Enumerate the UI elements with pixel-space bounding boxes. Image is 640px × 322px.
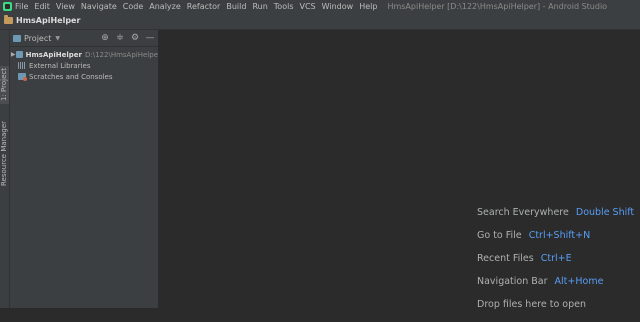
panel-toolbar: ⊕ ≑ ⚙ — [95, 30, 155, 46]
menu-refactor[interactable]: Refactor [187, 2, 221, 11]
tree-row-root[interactable]: ▶ HmsApiHelper D:\122\HmsApiHelpe [10, 49, 158, 60]
menu-help[interactable]: Help [359, 2, 377, 11]
menu-build[interactable]: Build [226, 2, 246, 11]
navigation-bar: HmsApiHelper [0, 12, 640, 30]
project-panel: Project ▼ ⊕ ≑ ⚙ — ▶ HmsApiHelper D:\122\… [10, 30, 159, 308]
menu-edit[interactable]: Edit [34, 2, 50, 11]
gear-icon[interactable]: ⚙ [130, 33, 140, 43]
locate-icon[interactable]: ⊕ [100, 33, 110, 43]
editor-area: Search Everywhere Double Shift Go to Fil… [159, 30, 640, 310]
hide-icon[interactable]: — [145, 33, 155, 43]
menu-run[interactable]: Run [252, 2, 267, 11]
project-panel-header: Project ▼ ⊕ ≑ ⚙ — [10, 30, 158, 47]
folder-icon [4, 15, 13, 24]
hint-navigation-bar: Navigation Bar Alt+Home [477, 276, 604, 287]
menu-analyze[interactable]: Analyze [149, 2, 181, 11]
tree-row-scratches[interactable]: Scratches and Consoles [10, 71, 158, 82]
library-icon [18, 62, 26, 69]
tool-tab-resource-manager[interactable]: Resource Manager [0, 116, 9, 186]
menu-navigate[interactable]: Navigate [81, 2, 117, 11]
hint-go-to-file: Go to File Ctrl+Shift+N [477, 230, 591, 241]
menu-vcs[interactable]: VCS [300, 2, 316, 11]
tool-tab-project[interactable]: 1: Project [0, 66, 9, 104]
tree-item-label: Scratches and Consoles [29, 72, 113, 81]
project-tree: ▶ HmsApiHelper D:\122\HmsApiHelpe Extern… [10, 47, 158, 82]
menu-tools[interactable]: Tools [274, 2, 294, 11]
window-title: HmsApiHelper [D:\122\HmsApiHelper] - And… [387, 1, 608, 11]
left-tool-strip: 1: Project Resource Manager [0, 30, 10, 308]
project-view-icon [13, 34, 21, 42]
menu-code[interactable]: Code [123, 2, 143, 11]
empty-editor-hints: Search Everywhere Double Shift Go to Fil… [477, 207, 634, 322]
hint-drop-files: Drop files here to open [477, 299, 587, 310]
menu-window[interactable]: Window [322, 2, 354, 11]
tree-row-external-libraries[interactable]: External Libraries [10, 60, 158, 71]
tree-root-label: HmsApiHelper [25, 50, 82, 59]
scratches-icon [18, 73, 27, 81]
android-studio-icon [3, 1, 12, 11]
project-view-selector[interactable]: Project [24, 34, 51, 43]
chevron-down-icon[interactable]: ▼ [55, 35, 60, 42]
hint-recent-files: Recent Files Ctrl+E [477, 253, 572, 264]
hint-search-everywhere: Search Everywhere Double Shift [477, 207, 635, 218]
module-folder-icon [16, 51, 23, 58]
tree-root-path: D:\122\HmsApiHelpe [85, 50, 158, 59]
menu-bar: File Edit View Navigate Code Analyze Ref… [0, 0, 640, 12]
menu-view[interactable]: View [56, 2, 75, 11]
tree-item-label: External Libraries [29, 61, 91, 70]
breadcrumb-project[interactable]: HmsApiHelper [16, 16, 80, 25]
menu-file[interactable]: File [15, 2, 28, 11]
collapse-all-icon[interactable]: ≑ [115, 33, 125, 43]
